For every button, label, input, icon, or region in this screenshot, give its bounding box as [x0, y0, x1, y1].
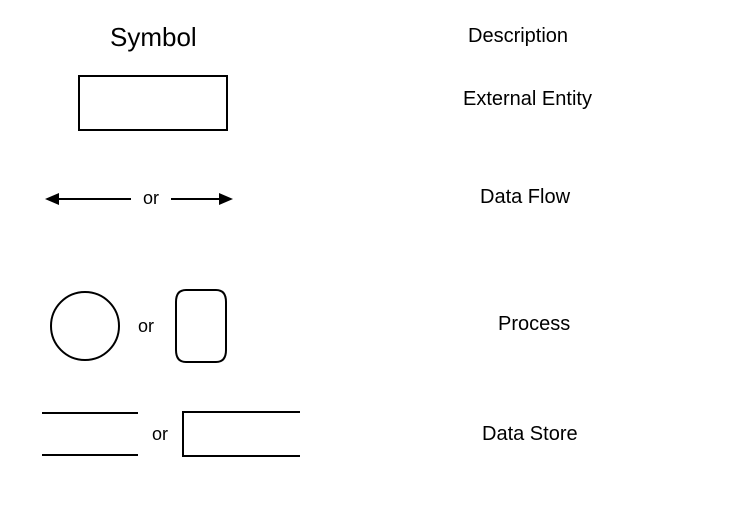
data-store-open-rect-icon [182, 411, 300, 457]
arrow-left-icon [45, 190, 131, 208]
symbol-column: Symbol or or or [0, 0, 340, 520]
process-circle-icon [50, 291, 120, 361]
or-label: or [152, 424, 168, 445]
diagram-container: Symbol or or or [0, 0, 730, 520]
process-symbol-group: or [50, 288, 230, 364]
data-store-symbol-group: or [42, 411, 300, 457]
data-flow-label: Data Flow [480, 186, 570, 209]
or-label: or [138, 316, 154, 337]
arrow-right-icon [171, 190, 233, 208]
external-entity-label: External Entity [463, 88, 592, 111]
data-store-parallel-lines-icon [42, 412, 138, 456]
description-header: Description [468, 25, 568, 48]
external-entity-rectangle-icon [78, 75, 228, 131]
process-rounded-rect-icon [172, 288, 230, 364]
description-column: Description External Entity Data Flow Pr… [340, 0, 730, 520]
data-flow-symbol-group: or [45, 188, 233, 209]
data-store-label: Data Store [482, 423, 578, 446]
or-label: or [143, 188, 159, 209]
process-label: Process [498, 313, 570, 336]
symbol-header: Symbol [110, 22, 197, 53]
